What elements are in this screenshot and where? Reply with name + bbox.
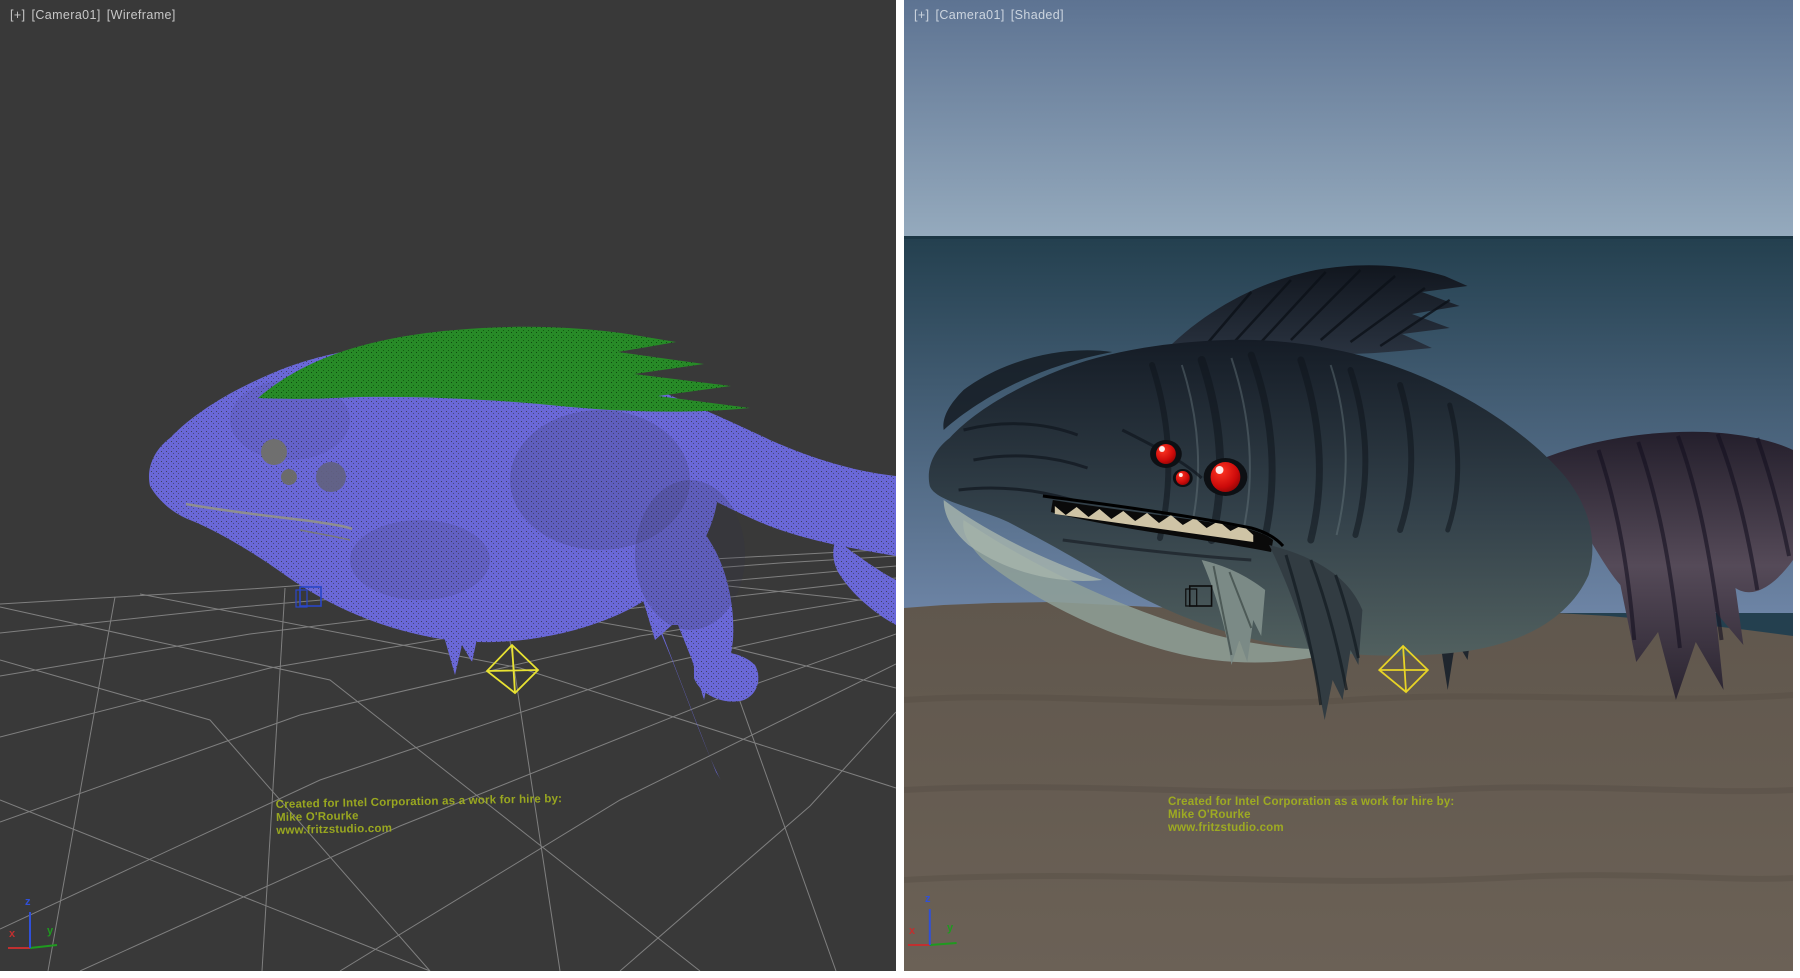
- axis-label-x: x: [9, 929, 15, 940]
- viewport-camera01-shaded[interactable]: [+] [Camera01] [Shaded] Created for Inte…: [904, 0, 1793, 971]
- scene-watermark-text: Created for Intel Corporation as a work …: [276, 793, 563, 838]
- axis-label-z: z: [25, 897, 31, 908]
- axis-label-x: x: [909, 926, 915, 937]
- viewport-label-right: [+] [Camera01] [Shaded]: [914, 8, 1064, 22]
- viewport-menu-general[interactable]: [+]: [914, 8, 929, 22]
- axis-label-y: y: [947, 923, 953, 934]
- wire-eye-spot-large: [261, 439, 287, 465]
- horizon-line: [904, 236, 1793, 239]
- viewport-camera01-wireframe[interactable]: [+] [Camera01] [Wireframe] Created for I…: [0, 0, 896, 971]
- viewport-menu-pov[interactable]: [Camera01]: [31, 8, 100, 22]
- viewport-menu-general[interactable]: [+]: [10, 8, 25, 22]
- sky-backdrop: [904, 0, 1793, 237]
- axis-label-z: z: [925, 894, 931, 905]
- wire-eye-spot-textured: [316, 462, 346, 492]
- wire-eye-spot-small: [281, 469, 297, 485]
- viewport-menu-shading[interactable]: [Shaded]: [1011, 8, 1064, 22]
- viewport-menu-shading[interactable]: [Wireframe]: [107, 8, 176, 22]
- viewport-label-left: [+] [Camera01] [Wireframe]: [10, 8, 176, 22]
- scene-watermark-text: Created for Intel Corporation as a work …: [1168, 796, 1454, 835]
- dual-viewport-workspace: [+] [Camera01] [Wireframe] Created for I…: [0, 0, 1800, 978]
- fish-model-wireframe[interactable]: [149, 340, 896, 782]
- viewport-menu-pov[interactable]: [Camera01]: [935, 8, 1004, 22]
- axis-label-y: y: [47, 926, 53, 937]
- bone-octahedron-gizmo[interactable]: [487, 645, 538, 693]
